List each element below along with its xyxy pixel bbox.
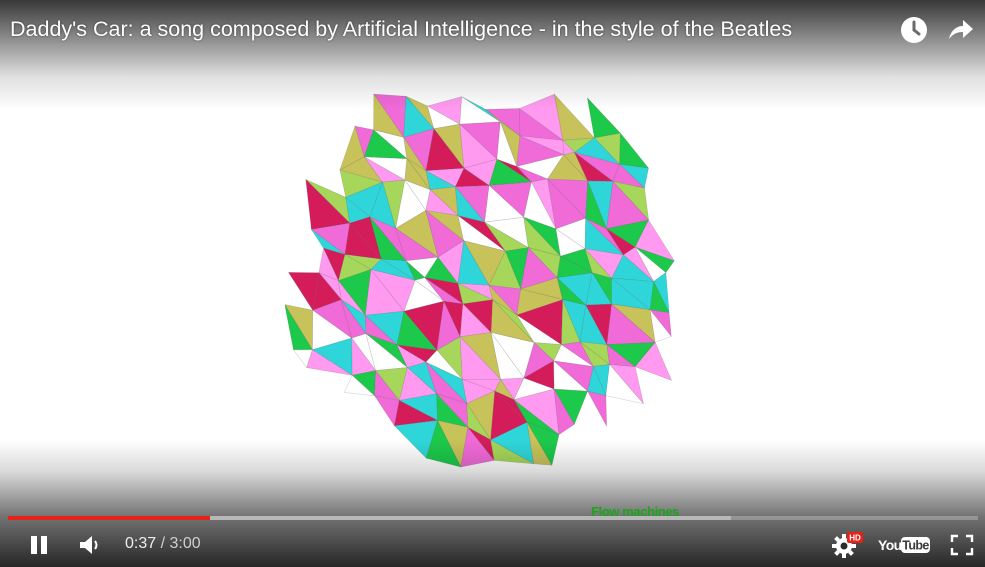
poly-facet <box>587 390 607 427</box>
poly-facet <box>619 132 650 169</box>
polyhedron-visual <box>285 93 676 468</box>
poly-facet <box>586 96 621 139</box>
fullscreen-icon <box>950 534 974 556</box>
current-time: 0:37 <box>125 535 157 552</box>
youtube-logo-you: You <box>878 537 902 553</box>
time-separator: / <box>156 535 170 552</box>
pause-icon <box>31 536 47 554</box>
pause-button[interactable] <box>27 533 51 557</box>
volume-icon <box>80 536 98 554</box>
youtube-logo[interactable]: You Tube <box>877 535 931 555</box>
volume-button[interactable] <box>78 534 102 556</box>
duration: 3:00 <box>169 535 201 552</box>
video-player[interactable]: Daddy's Car: a song composed by Artifici… <box>0 0 985 567</box>
hd-badge-label: HD <box>849 534 861 543</box>
video-title[interactable]: Daddy's Car: a song composed by Artifici… <box>10 17 792 42</box>
youtube-logo-tube: Tube <box>902 539 929 553</box>
fullscreen-button[interactable] <box>950 534 974 556</box>
progress-played <box>8 516 210 520</box>
share-arrow-icon[interactable] <box>944 14 976 46</box>
clock-icon[interactable] <box>898 14 930 46</box>
settings-button[interactable]: HD <box>830 531 864 559</box>
progress-bar[interactable] <box>8 516 978 520</box>
hd-badge: HD <box>847 532 863 543</box>
time-display: 0:37 / 3:00 <box>125 535 201 553</box>
